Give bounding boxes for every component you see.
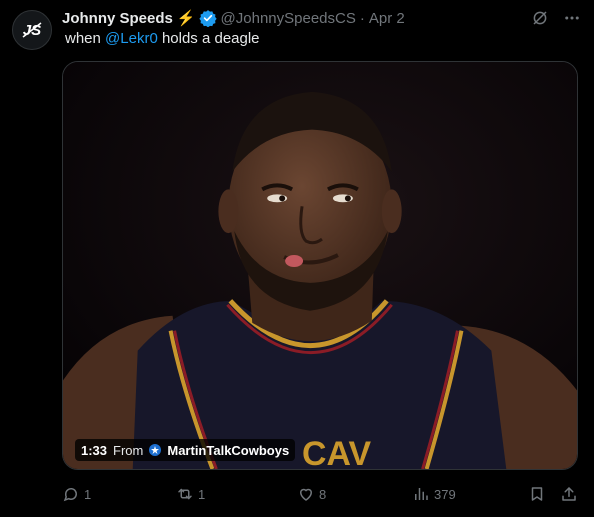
more-icon[interactable] [562, 8, 582, 28]
share-button[interactable] [560, 484, 578, 504]
svg-text:CAV: CAV [302, 435, 371, 469]
author-emoji: ⚡ [176, 10, 196, 27]
mention-link[interactable]: @Lekr0 [105, 30, 158, 47]
separator-dot: · [359, 9, 365, 27]
tweet-text-after: holds a deagle [157, 30, 260, 47]
bookmark-button[interactable] [528, 484, 546, 504]
repost-icon [178, 488, 192, 500]
grok-icon[interactable] [530, 8, 550, 28]
video-duration: 1:33 [81, 442, 108, 458]
video-frame: CAV [63, 62, 577, 469]
source-name[interactable]: MartinTalkCowboys [167, 443, 289, 458]
action-bar: 1 1 8 379 [62, 484, 582, 504]
video-player[interactable]: CAV 1:33 From MartinTalkCowboys [62, 61, 578, 470]
verified-badge-icon [198, 9, 217, 27]
views-button[interactable]: 379 [412, 484, 456, 504]
reply-count: 1 [84, 486, 92, 502]
repost-count: 1 [198, 486, 206, 502]
views-icon [415, 488, 428, 500]
heart-icon [299, 488, 313, 501]
tweet-text-before: when [65, 30, 106, 47]
source-avatar-icon [149, 444, 162, 456]
author-name[interactable]: Johnny Speeds [62, 10, 173, 27]
avatar[interactable]: JS [12, 10, 52, 50]
tweet-date[interactable]: Apr 2 [369, 10, 405, 27]
js-logo-icon: JS [22, 22, 42, 39]
tweet-text: when @Lekr0 holds a deagle [65, 30, 260, 47]
like-button[interactable]: 8 [297, 484, 326, 504]
repost-button[interactable]: 1 [176, 484, 205, 504]
like-count: 8 [319, 486, 327, 502]
from-label: From [113, 442, 144, 458]
tweet-header: Johnny Speeds ⚡ @JohnnySpeedsCS · Apr 2 [62, 8, 582, 28]
reply-icon [63, 488, 77, 502]
reply-button[interactable]: 1 [62, 484, 91, 504]
tweet[interactable]: JS Johnny Speeds ⚡ @JohnnySpeedsCS · Apr… [0, 0, 594, 517]
bookmark-icon [531, 487, 543, 501]
author-handle[interactable]: @JohnnySpeedsCS [221, 10, 356, 27]
top-actions [530, 8, 582, 28]
view-count: 379 [434, 486, 456, 502]
video-overlay: 1:33 From MartinTalkCowboys [75, 439, 296, 461]
share-icon [562, 487, 576, 501]
